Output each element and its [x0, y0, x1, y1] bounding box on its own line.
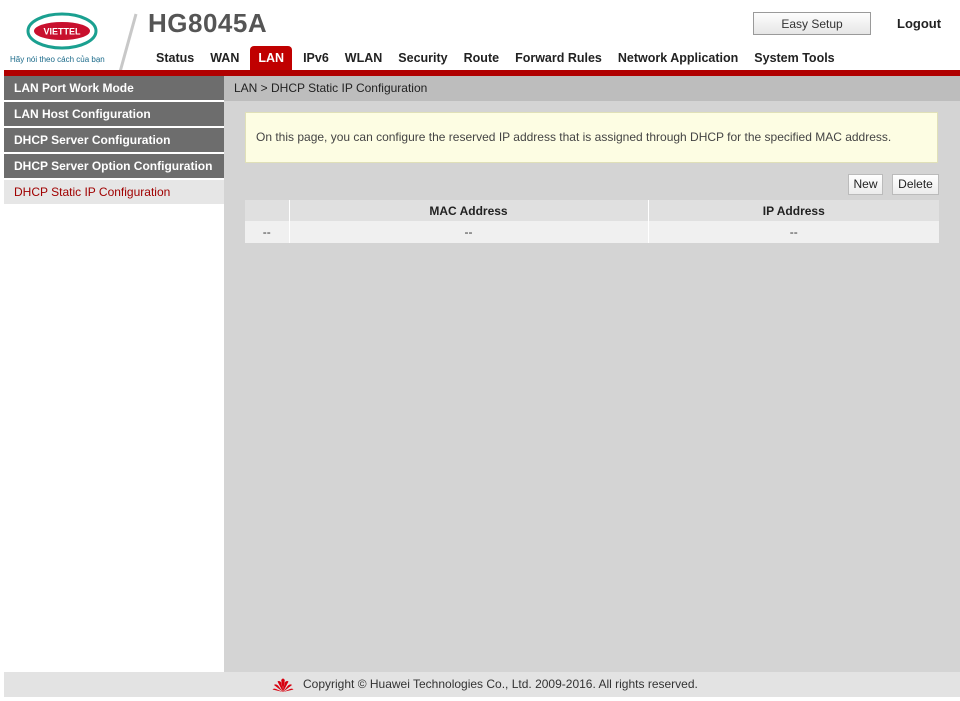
viettel-logo: VIETTEL Hãy nói theo cách của bạn — [4, 8, 116, 72]
main-content: LAN > DHCP Static IP Configuration On th… — [224, 76, 960, 672]
table-cell-ip-address: -- — [648, 221, 939, 243]
static-ip-table: MAC Address IP Address -- -- -- — [245, 200, 939, 243]
page-description: On this page, you can configure the rese… — [245, 112, 938, 163]
table-header-row: MAC Address IP Address — [245, 200, 939, 221]
model-title: HG8045A — [148, 8, 268, 38]
viettel-logo-icon: VIETTEL — [26, 12, 98, 50]
nav-status[interactable]: Status — [148, 46, 202, 70]
nav-wan[interactable]: WAN — [202, 46, 247, 70]
nav-wlan[interactable]: WLAN — [337, 46, 391, 70]
huawei-logo-icon — [272, 678, 294, 692]
breadcrumb: LAN > DHCP Static IP Configuration — [224, 76, 960, 101]
sidebar-item-dhcp-server-configuration[interactable]: DHCP Server Configuration — [4, 128, 224, 152]
sidebar: LAN Port Work Mode LAN Host Configuratio… — [4, 76, 224, 672]
nav-security[interactable]: Security — [390, 46, 455, 70]
sidebar-item-lan-port-work-mode[interactable]: LAN Port Work Mode — [4, 76, 224, 100]
nav-network-application[interactable]: Network Application — [610, 46, 746, 70]
copyright-text: Copyright © Huawei Technologies Co., Ltd… — [303, 677, 698, 691]
column-header-mac-address: MAC Address — [289, 200, 649, 221]
logout-link[interactable]: Logout — [897, 16, 941, 31]
column-header-select — [245, 200, 290, 221]
table-cell-mac-address: -- — [289, 221, 649, 243]
nav-route[interactable]: Route — [456, 46, 507, 70]
slogan-text: Hãy nói theo cách của bạn — [10, 55, 105, 64]
main-nav: Status WAN LAN IPv6 WLAN Security Route … — [148, 46, 843, 70]
new-button[interactable]: New — [848, 174, 883, 195]
nav-lan[interactable]: LAN — [250, 46, 293, 70]
divider-slash — [118, 13, 138, 73]
nav-forward-rules[interactable]: Forward Rules — [507, 46, 610, 70]
sidebar-item-lan-host-configuration[interactable]: LAN Host Configuration — [4, 102, 224, 126]
column-header-ip-address: IP Address — [648, 200, 939, 221]
easy-setup-button[interactable]: Easy Setup — [753, 12, 871, 35]
footer: Copyright © Huawei Technologies Co., Ltd… — [4, 672, 960, 697]
sidebar-item-dhcp-server-option-configuration[interactable]: DHCP Server Option Configuration — [4, 154, 224, 178]
delete-button[interactable]: Delete — [892, 174, 939, 195]
table-row[interactable]: -- -- -- — [245, 221, 939, 243]
table-cell-select: -- — [245, 221, 290, 243]
nav-system-tools[interactable]: System Tools — [746, 46, 842, 70]
brand-text: VIETTEL — [43, 27, 81, 37]
nav-ipv6[interactable]: IPv6 — [295, 46, 337, 70]
sidebar-item-dhcp-static-ip-configuration[interactable]: DHCP Static IP Configuration — [4, 180, 224, 204]
header: VIETTEL Hãy nói theo cách của bạn HG8045… — [4, 0, 960, 76]
